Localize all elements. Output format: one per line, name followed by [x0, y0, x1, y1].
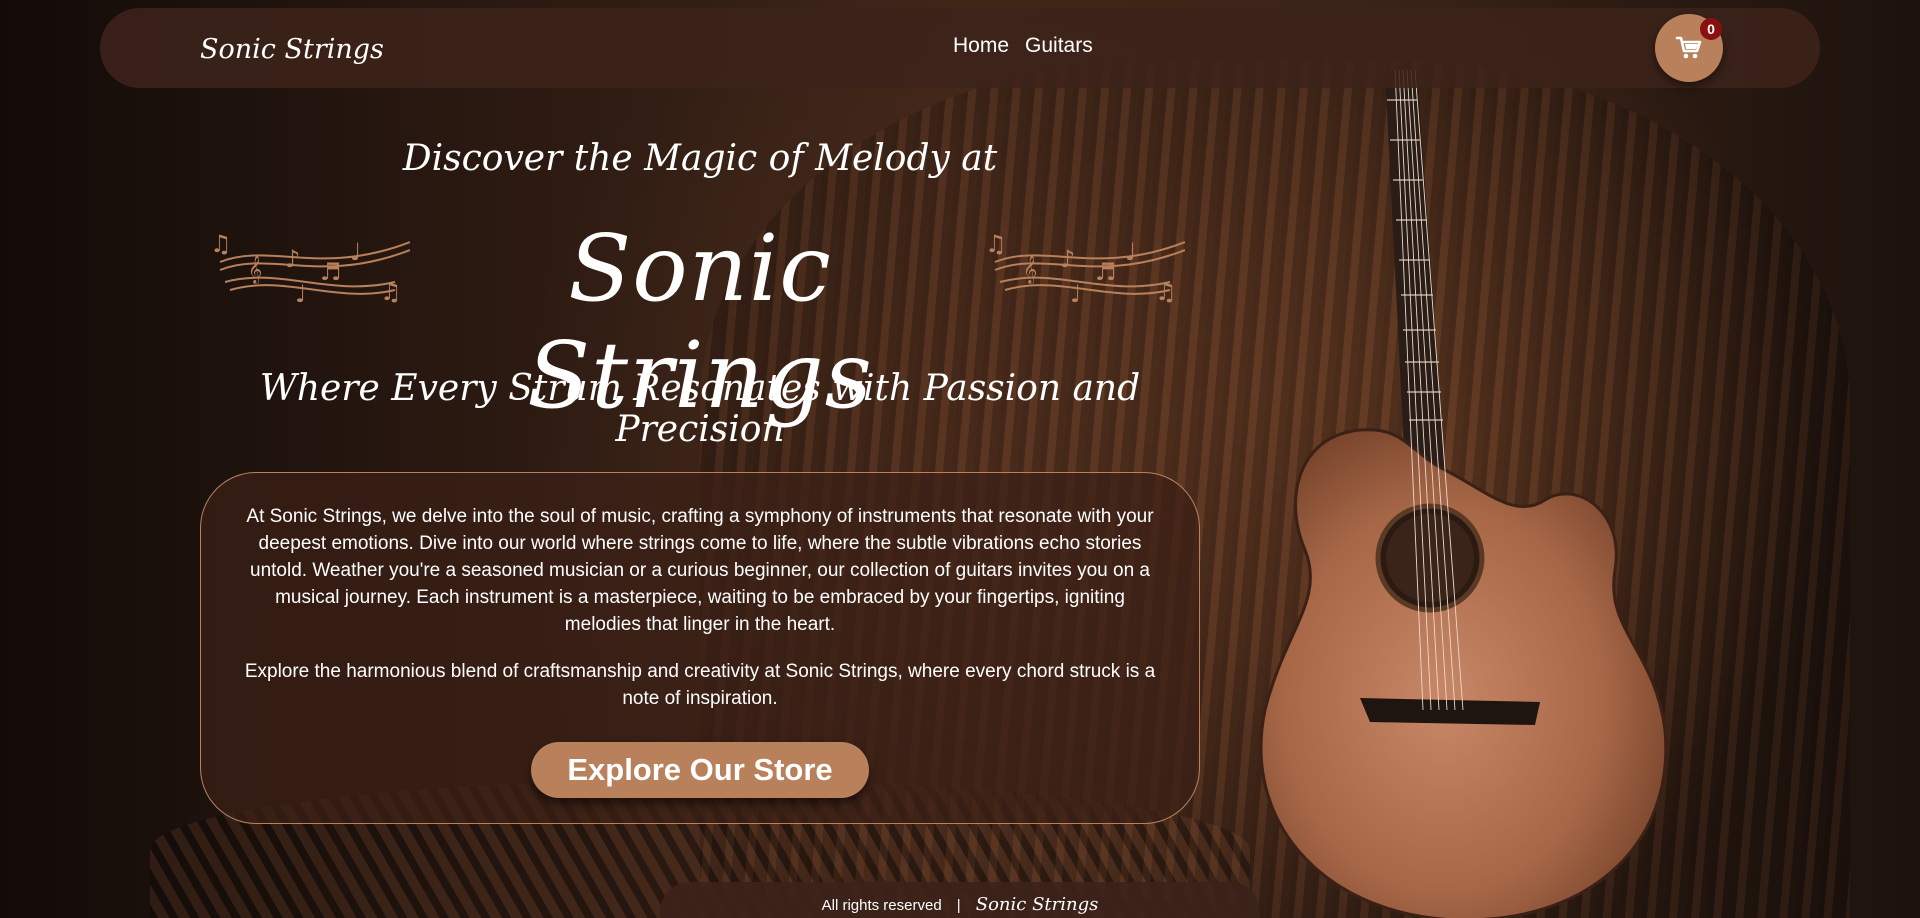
- svg-text:♫: ♫: [985, 230, 1007, 258]
- hero-background: Sonic Strings Home Guitars 0 Discover th…: [0, 0, 1920, 918]
- svg-text:♩: ♩: [1125, 238, 1136, 266]
- svg-text:𝄞: 𝄞: [248, 255, 262, 284]
- hero-tagline-sub: Where Every Strum Resonates with Passion…: [259, 368, 1141, 450]
- svg-text:♬: ♬: [1095, 258, 1117, 286]
- svg-text:♪: ♪: [1060, 245, 1075, 273]
- explore-store-button[interactable]: Explore Our Store: [531, 742, 869, 798]
- nav-link-home[interactable]: Home: [953, 34, 1009, 58]
- cart-icon: [1675, 36, 1702, 59]
- svg-text:𝄞: 𝄞: [1023, 255, 1037, 284]
- svg-text:♩: ♩: [350, 238, 361, 266]
- cart-count-badge: 0: [1700, 18, 1722, 40]
- svg-text:♩: ♩: [295, 280, 306, 308]
- navbar: Sonic Strings Home Guitars 0: [100, 8, 1820, 88]
- svg-text:♩: ♩: [1070, 280, 1081, 308]
- nav-link-guitars[interactable]: Guitars: [1025, 34, 1093, 58]
- about-paragraph-1: At Sonic Strings, we delve into the soul…: [246, 506, 1154, 635]
- svg-text:♫: ♫: [1155, 278, 1177, 306]
- hero-tagline-top: Discover the Magic of Melody at: [402, 138, 998, 179]
- guitar-image: [1259, 70, 1668, 918]
- footer-separator: |: [956, 897, 961, 914]
- nav-links: Home Guitars: [953, 34, 1093, 58]
- about-card: At Sonic Strings, we delve into the soul…: [200, 472, 1200, 824]
- music-notes-icon: ♫ 𝄞 ♪ ♬ ♩ ♫ ♩: [210, 230, 410, 308]
- svg-text:♪: ♪: [285, 245, 300, 273]
- footer-brand: Sonic Strings: [975, 894, 1099, 915]
- footer-copyright: All rights reserved: [821, 897, 942, 914]
- svg-text:♫: ♫: [380, 278, 402, 306]
- brand-logo[interactable]: Sonic Strings: [200, 34, 384, 65]
- svg-text:♬: ♬: [320, 258, 342, 286]
- about-paragraph-2: Explore the harmonious blend of craftsma…: [244, 661, 1156, 709]
- footer: All rights reserved | Sonic Strings: [660, 882, 1260, 918]
- svg-text:♫: ♫: [210, 230, 232, 258]
- music-notes-icon: ♫ 𝄞 ♪ ♬ ♩ ♫ ♩: [985, 230, 1185, 308]
